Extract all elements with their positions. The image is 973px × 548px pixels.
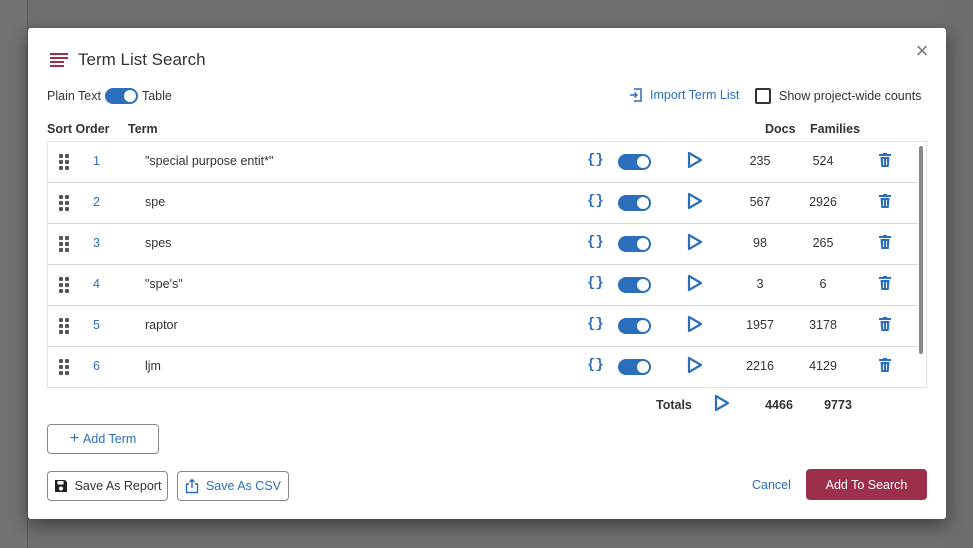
row-enabled-switch[interactable] [618, 277, 651, 293]
row-docs: 98 [753, 236, 767, 250]
plain-text-label: Plain Text [47, 89, 101, 103]
trash-icon[interactable] [879, 194, 891, 208]
term-table: 1 "special purpose entit*" {} 235 524 2 … [47, 141, 927, 388]
row-order: 5 [93, 318, 100, 332]
col-header-sort-order[interactable]: Sort Order [47, 122, 110, 136]
row-order: 3 [93, 236, 100, 250]
table-scrollbar[interactable] [919, 146, 923, 354]
view-mode-toggle: Plain Text Table [47, 88, 172, 104]
row-docs: 235 [749, 154, 771, 168]
row-enabled-switch[interactable] [618, 359, 651, 375]
braces-icon[interactable]: {} [587, 316, 604, 332]
col-header-families[interactable]: Families [810, 122, 860, 136]
col-header-term[interactable]: Term [128, 122, 158, 136]
table-row: 2 spe {} 567 2926 [48, 183, 918, 224]
view-mode-switch[interactable] [104, 88, 138, 104]
play-icon[interactable] [687, 315, 703, 333]
braces-icon[interactable]: {} [587, 152, 604, 168]
play-icon[interactable] [714, 394, 730, 412]
add-to-search-button[interactable]: Add To Search [806, 469, 927, 500]
row-order: 6 [93, 359, 100, 373]
save-as-report-button[interactable]: Save As Report [47, 471, 168, 501]
row-docs: 567 [749, 195, 771, 209]
braces-icon[interactable]: {} [587, 275, 604, 291]
row-enabled-switch[interactable] [618, 154, 651, 170]
drag-handle-icon[interactable] [59, 154, 69, 170]
row-term[interactable]: spe [145, 195, 165, 209]
row-families: 2926 [809, 195, 837, 209]
row-families: 3178 [809, 318, 837, 332]
row-enabled-switch[interactable] [618, 195, 651, 211]
menu-lines-icon [50, 53, 68, 67]
play-icon[interactable] [687, 233, 703, 251]
table-row: 3 spes {} 98 265 [48, 224, 918, 265]
trash-icon[interactable] [879, 153, 891, 167]
totals-docs: 4466 [765, 398, 793, 412]
row-term[interactable]: raptor [145, 318, 178, 332]
play-icon[interactable] [687, 356, 703, 374]
row-order: 1 [93, 154, 100, 168]
add-term-button[interactable]: + Add Term [47, 424, 159, 454]
background-right-panel [945, 0, 973, 548]
row-order: 2 [93, 195, 100, 209]
trash-icon[interactable] [879, 235, 891, 249]
totals-families: 9773 [824, 398, 852, 412]
save-as-report-label: Save As Report [74, 479, 162, 493]
row-docs: 2216 [746, 359, 774, 373]
show-counts-checkbox[interactable] [755, 88, 771, 104]
trash-icon[interactable] [879, 276, 891, 290]
row-term[interactable]: "spe's" [145, 277, 183, 291]
row-order: 4 [93, 277, 100, 291]
drag-handle-icon[interactable] [59, 236, 69, 252]
trash-icon[interactable] [879, 317, 891, 331]
row-families: 265 [812, 236, 834, 250]
export-icon [185, 478, 199, 494]
save-as-csv-button[interactable]: Save As CSV [177, 471, 289, 501]
row-term[interactable]: "special purpose entit*" [145, 154, 273, 168]
braces-icon[interactable]: {} [587, 234, 604, 250]
modal-title: Term List Search [78, 50, 206, 69]
add-term-label: Add Term [83, 432, 137, 446]
close-icon[interactable]: × [912, 40, 932, 62]
import-term-list-link[interactable]: Import Term List [629, 88, 739, 102]
save-as-csv-label: Save As CSV [205, 479, 282, 493]
row-enabled-switch[interactable] [618, 318, 651, 334]
save-icon [54, 480, 67, 492]
play-icon[interactable] [687, 151, 703, 169]
totals-label: Totals [656, 398, 692, 412]
row-term[interactable]: spes [145, 236, 171, 250]
table-row: 6 ljm {} 2216 4129 [48, 347, 918, 387]
trash-icon[interactable] [879, 358, 891, 372]
row-families: 4129 [809, 359, 837, 373]
row-docs: 1957 [746, 318, 774, 332]
import-term-list-label: Import Term List [650, 88, 740, 102]
row-enabled-switch[interactable] [618, 236, 651, 252]
drag-handle-icon[interactable] [59, 318, 69, 334]
play-icon[interactable] [687, 192, 703, 210]
cancel-button[interactable]: Cancel [752, 478, 791, 492]
braces-icon[interactable]: {} [587, 357, 604, 373]
show-counts-option: Show project-wide counts [755, 88, 921, 104]
modal-header: Term List Search [50, 48, 206, 72]
play-icon[interactable] [687, 274, 703, 292]
row-term[interactable]: ljm [145, 359, 161, 373]
table-row: 5 raptor {} 1957 3178 [48, 306, 918, 347]
term-list-search-modal: Term List Search × Plain Text Table Impo… [28, 28, 946, 519]
table-row: 1 "special purpose entit*" {} 235 524 [48, 142, 918, 183]
row-families: 6 [819, 277, 827, 291]
col-header-docs[interactable]: Docs [765, 122, 796, 136]
row-docs: 3 [756, 277, 764, 291]
show-counts-label: Show project-wide counts [779, 89, 922, 103]
drag-handle-icon[interactable] [59, 277, 69, 293]
braces-icon[interactable]: {} [587, 193, 604, 209]
table-row: 4 "spe's" {} 3 6 [48, 265, 918, 306]
row-families: 524 [812, 154, 834, 168]
background-left-panel [0, 0, 28, 548]
drag-handle-icon[interactable] [59, 195, 69, 211]
drag-handle-icon[interactable] [59, 359, 69, 375]
plus-icon: + [69, 430, 80, 447]
import-icon [630, 88, 642, 102]
table-label: Table [141, 89, 172, 103]
